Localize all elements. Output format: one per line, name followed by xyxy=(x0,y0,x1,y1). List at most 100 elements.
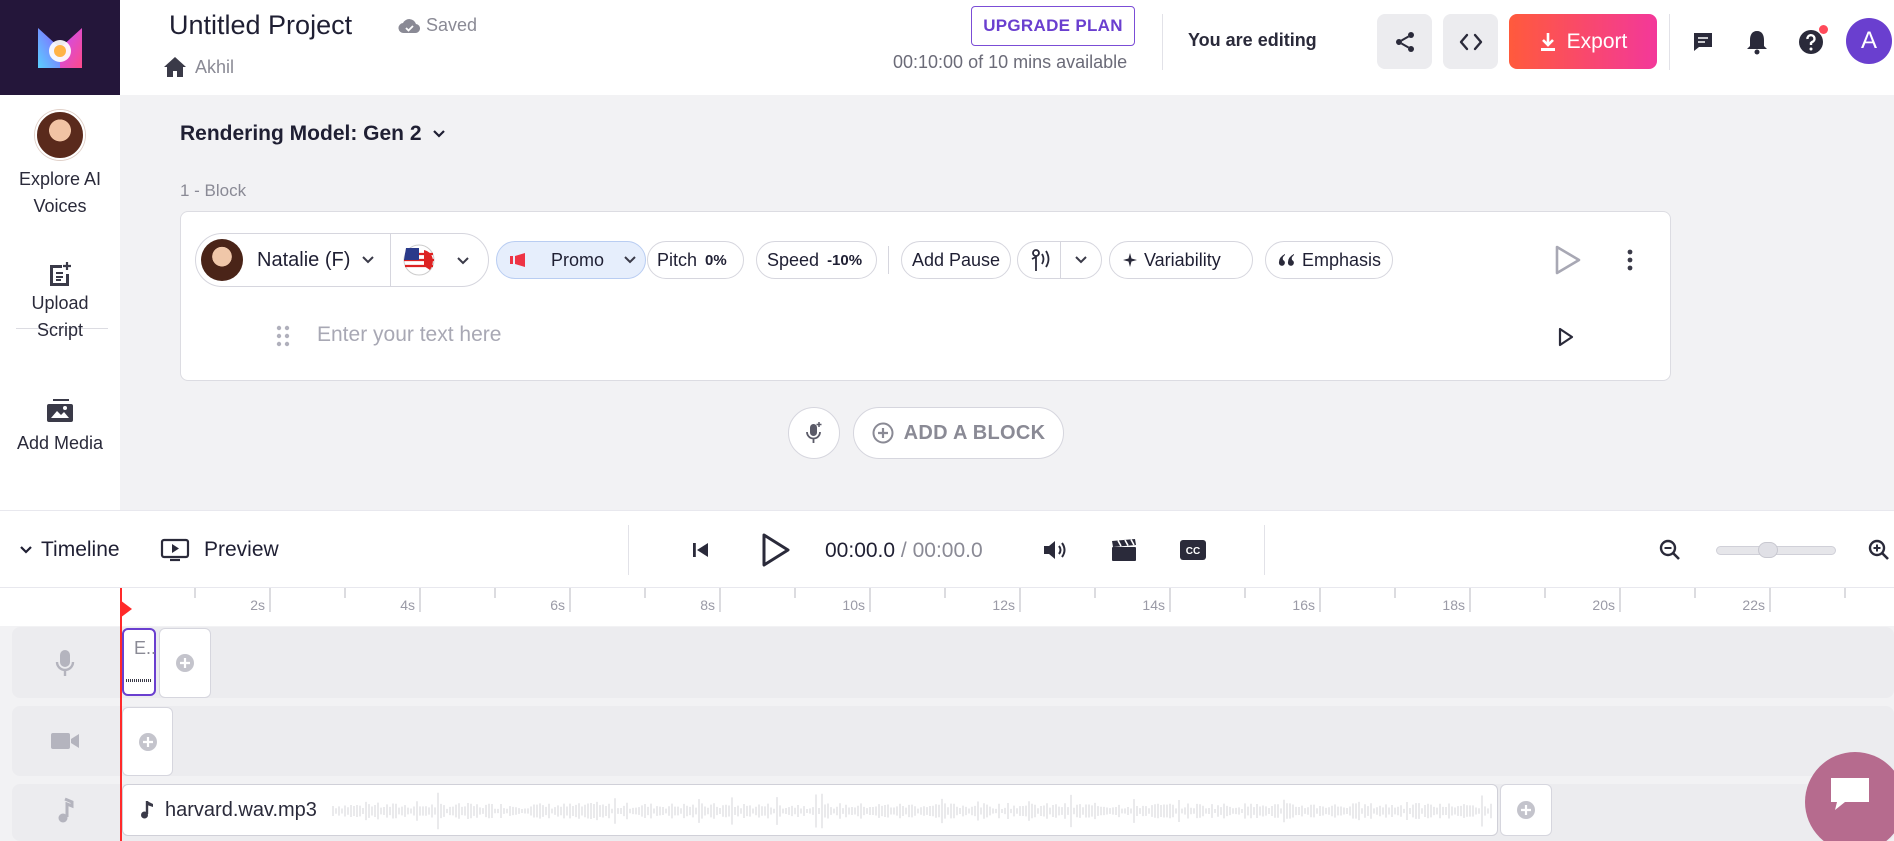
timeline-divider xyxy=(628,525,629,575)
emphasis-button[interactable]: Emphasis xyxy=(1265,241,1393,279)
ruler-tick-label: 10s xyxy=(842,597,865,613)
pitch-control[interactable]: Pitch 0% xyxy=(647,241,744,279)
share-button[interactable] xyxy=(1377,14,1432,69)
app-logo[interactable] xyxy=(0,0,120,95)
chevron-down-icon xyxy=(432,130,445,138)
playback-time: 00:00.0 / 00:00.0 xyxy=(825,539,983,563)
chevron-down-icon xyxy=(457,257,469,265)
clip-waveform xyxy=(126,679,152,682)
play-button[interactable] xyxy=(759,531,793,569)
user-avatar[interactable]: A xyxy=(1846,18,1892,64)
speaking-style-select[interactable]: Promo xyxy=(496,241,646,279)
drag-handle-icon[interactable] xyxy=(276,325,290,347)
playhead[interactable] xyxy=(120,588,122,841)
timeline-divider xyxy=(1264,525,1265,575)
comments-button[interactable] xyxy=(1688,27,1718,57)
media-icon xyxy=(47,399,73,422)
pronunciation-control[interactable] xyxy=(1017,241,1102,279)
share-icon xyxy=(1395,31,1414,52)
plus-circle-icon xyxy=(176,654,194,672)
skip-back-icon[interactable] xyxy=(691,540,711,560)
pill-divider xyxy=(390,234,391,286)
voice-clip[interactable]: E.. xyxy=(122,628,156,696)
timeline-toggle[interactable]: Timeline xyxy=(19,538,120,562)
style-label: Promo xyxy=(551,249,605,270)
zoom-in-icon[interactable] xyxy=(1867,538,1891,562)
speed-value: -10% xyxy=(827,251,863,269)
voice-selector[interactable]: Natalie (F) xyxy=(195,233,489,287)
volume-icon[interactable] xyxy=(1042,538,1070,562)
add-audio-clip-button[interactable] xyxy=(1500,784,1552,836)
add-pause-button[interactable]: Add Pause xyxy=(901,241,1011,279)
download-icon xyxy=(1540,32,1555,51)
sidebar-item-add-media[interactable]: Add Media xyxy=(0,398,120,457)
svg-text:CC: CC xyxy=(1186,546,1200,557)
block-text-input[interactable]: Enter your text here xyxy=(317,323,501,347)
sidebar-item-upload-script[interactable]: Upload Script xyxy=(0,260,120,344)
add-block-label: ADD A BLOCK xyxy=(903,421,1046,444)
home-icon xyxy=(164,57,186,77)
audio-clip[interactable]: harvard.wav.mp3 xyxy=(122,784,1498,836)
zoom-out-icon[interactable] xyxy=(1658,538,1682,562)
preview-button[interactable]: Preview xyxy=(160,538,279,562)
sidebar-item-label: Upload Script xyxy=(31,293,89,340)
megaphone-icon xyxy=(510,253,525,267)
save-status: Saved xyxy=(398,15,477,36)
video-track-icon-wrap xyxy=(12,706,117,776)
speed-control[interactable]: Speed -10% xyxy=(756,241,877,279)
ruler-tick-label: 2s xyxy=(250,597,265,613)
add-block-button[interactable]: ADD A BLOCK xyxy=(853,407,1064,459)
ruler-tick-label: 8s xyxy=(700,597,715,613)
rendering-model-label: Rendering Model: Gen 2 xyxy=(180,122,422,145)
upgrade-plan-button[interactable]: UPGRADE PLAN xyxy=(971,6,1135,46)
audio-waveform xyxy=(332,792,1492,830)
ruler-tick-label: 6s xyxy=(550,597,565,613)
save-status-text: Saved xyxy=(426,15,478,35)
zoom-slider-thumb[interactable] xyxy=(1758,542,1778,558)
playhead-handle[interactable] xyxy=(120,600,132,618)
voice-name: Natalie (F) xyxy=(257,248,351,271)
minutes-available: 00:10:00 of 10 mins available xyxy=(893,52,1128,72)
add-video-clip-button[interactable] xyxy=(122,707,173,776)
notification-dot xyxy=(1819,25,1828,34)
video-camera-icon xyxy=(50,733,79,749)
sidebar-item-explore-voices[interactable]: Explore AI Voices xyxy=(0,110,120,220)
current-time: 00:00.0 xyxy=(825,539,896,562)
embed-code-button[interactable] xyxy=(1443,14,1498,69)
voice-clip-label: E.. xyxy=(134,638,157,658)
sparkle-icon xyxy=(1123,253,1137,267)
monitor-play-icon xyxy=(160,538,190,562)
breadcrumb-user[interactable]: Akhil xyxy=(195,57,234,78)
rendering-model-select[interactable]: Rendering Model: Gen 2 xyxy=(180,122,446,146)
chevron-down-icon xyxy=(20,546,32,554)
pill-divider xyxy=(1060,242,1061,278)
breadcrumb[interactable]: Akhil xyxy=(163,56,234,78)
play-line-button[interactable] xyxy=(1557,327,1575,347)
record-voice-button[interactable] xyxy=(788,407,840,459)
pitch-label: Pitch xyxy=(657,249,698,270)
notifications-button[interactable] xyxy=(1742,27,1772,57)
timeline-label: Timeline xyxy=(41,538,120,561)
captions-icon[interactable]: CC xyxy=(1179,539,1207,561)
sidebar-item-label: Add Media xyxy=(16,433,104,453)
export-button[interactable]: Export xyxy=(1509,14,1657,69)
ruler-tick-label: 20s xyxy=(1592,597,1615,613)
play-block-button[interactable] xyxy=(1553,244,1583,276)
timeline-ruler[interactable]: 2s 4s 6s 8s 10s 12s 14s 16s 18s 20s 22s xyxy=(0,588,1894,626)
ruler-tick-label: 16s xyxy=(1292,597,1315,613)
clapperboard-icon[interactable] xyxy=(1110,538,1138,562)
add-voice-clip-button[interactable] xyxy=(159,628,211,698)
sidebar-item-label: Explore AI Voices xyxy=(18,169,102,216)
header-divider xyxy=(1162,14,1163,70)
more-options-icon[interactable] xyxy=(1626,248,1634,272)
cloud-check-icon xyxy=(398,18,420,33)
variability-button[interactable]: Variability xyxy=(1109,241,1253,279)
top-header: Untitled Project Saved Akhil UPGRADE PLA… xyxy=(0,0,1894,95)
preview-label: Preview xyxy=(204,538,279,561)
toolbar-divider xyxy=(888,246,889,274)
accent-flag-icon[interactable] xyxy=(402,244,440,276)
plus-circle-icon xyxy=(872,422,894,444)
project-title[interactable]: Untitled Project xyxy=(169,10,352,41)
total-time: / 00:00.0 xyxy=(900,539,983,562)
voice-avatar xyxy=(35,110,85,160)
